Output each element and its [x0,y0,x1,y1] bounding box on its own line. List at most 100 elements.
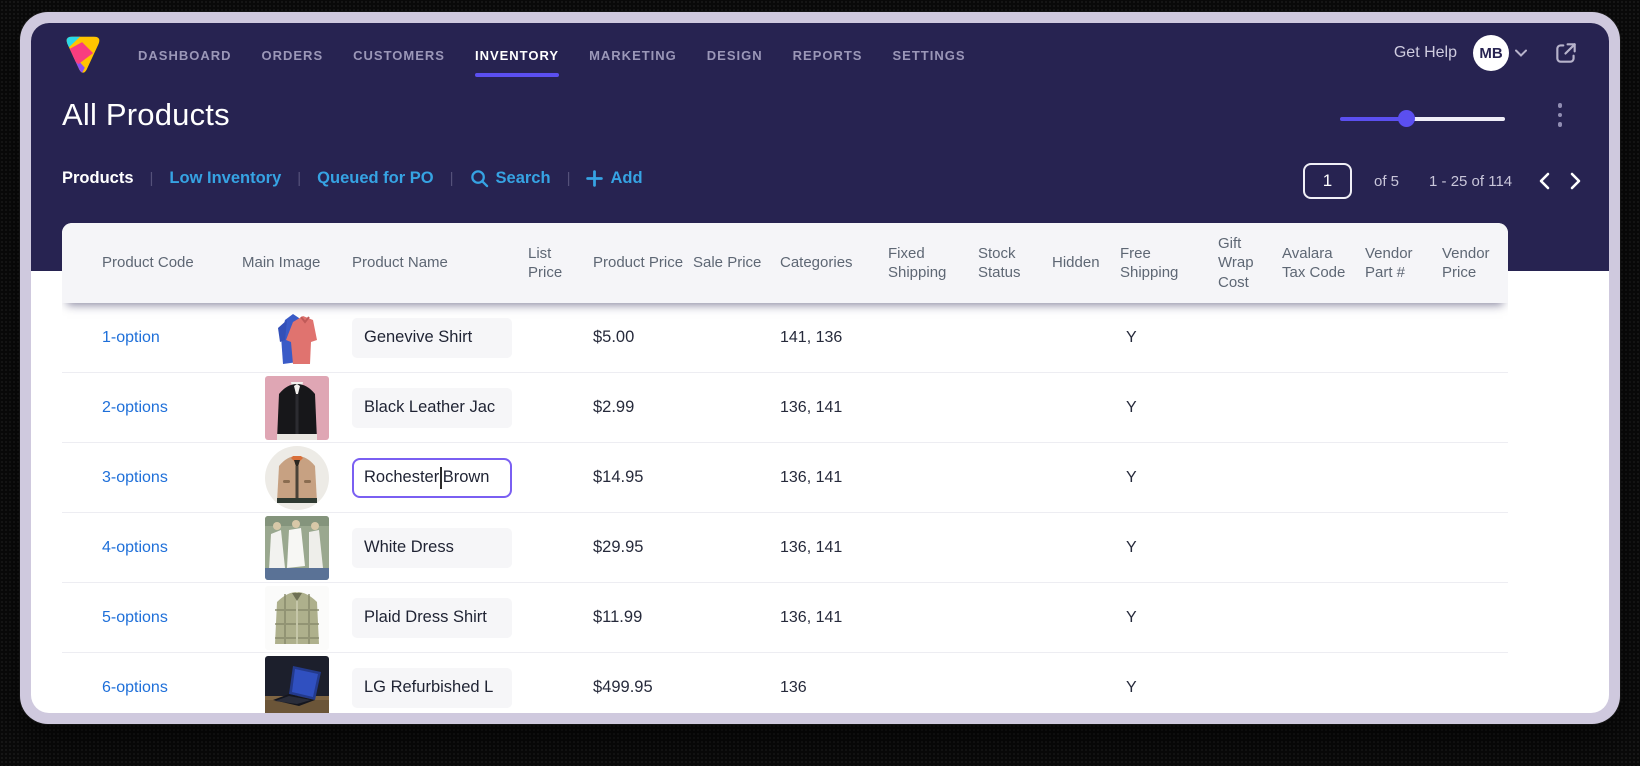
product-code-link[interactable]: 5-options [62,609,242,627]
next-page-button[interactable] [1570,172,1581,190]
column-header-hidden[interactable]: Hidden [1052,253,1120,272]
product-code-link[interactable]: 6-options [62,679,242,697]
main-image-cell[interactable] [242,655,352,714]
column-header-vendor-part[interactable]: Vendor Part # [1365,244,1442,282]
column-header-fixed-shipping[interactable]: Fixed Shipping [888,244,978,282]
previous-page-button[interactable] [1539,172,1550,190]
column-header-list-price[interactable]: List Price [528,244,593,282]
products-table: Product Code Main Image Product Name Lis… [62,223,1508,713]
column-header-vendor-price[interactable]: Vendor Price [1442,244,1508,282]
page-title: All Products [62,97,230,132]
account-menu[interactable]: MB [1473,35,1527,71]
column-header-product-code[interactable]: Product Code [62,253,242,272]
product-image[interactable] [265,445,329,510]
categories-cell: 136, 141 [780,398,843,416]
categories-cell: 136, 141 [780,538,843,556]
add-product-button[interactable]: Add [586,169,643,188]
table-row: 1-option Genevive Shirt $5.00 141, 136 Y [62,303,1508,373]
categories-cell: 141, 136 [780,328,843,346]
column-header-stock-status[interactable]: Stock Status [978,244,1052,282]
product-code-link[interactable]: 2-options [62,399,242,417]
nav-item-inventory[interactable]: INVENTORY [474,44,560,77]
column-header-main-image[interactable]: Main Image [242,253,352,272]
chevron-left-icon [1539,172,1550,190]
main-image-cell[interactable] [242,515,352,580]
product-name-cell[interactable]: LG Refurbished L [352,667,512,708]
product-image[interactable] [265,655,329,714]
chevron-down-icon [1515,49,1527,57]
column-header-categories[interactable]: Categories [780,253,888,272]
add-label: Add [610,169,643,187]
external-link-icon[interactable] [1553,40,1579,66]
tab-queued-for-po[interactable]: Queued for PO [317,169,433,188]
nav-item-reports[interactable]: REPORTS [793,44,863,63]
nav-item-design[interactable]: DESIGN [707,44,763,63]
categories-cell: 136, 141 [780,468,843,486]
search-button[interactable]: Search [470,169,551,188]
nav-right-group: Get Help MB [1394,35,1579,71]
product-name-cell[interactable]: Plaid Dress Shirt [352,597,512,638]
table-row: 2-options Black Leather Jac $2.99 136, 1… [62,373,1508,443]
get-help-link[interactable]: Get Help [1394,44,1457,62]
nav-item-orders[interactable]: ORDERS [262,44,324,63]
app-window: DASHBOARD ORDERS CUSTOMERS INVENTORY MAR… [20,12,1620,724]
product-code-link[interactable]: 1-option [62,329,242,347]
free-shipping-cell: Y [1126,398,1137,416]
product-image[interactable] [265,305,329,370]
name-text-before-caret: Rochester [364,468,440,486]
product-code-link[interactable]: 3-options [62,469,242,487]
main-image-cell[interactable] [242,305,352,370]
admin-app: DASHBOARD ORDERS CUSTOMERS INVENTORY MAR… [31,23,1609,713]
search-icon [470,170,488,188]
product-name-input[interactable]: Rochester Brown [352,457,512,498]
tab-products[interactable]: Products [62,169,134,188]
product-image[interactable] [265,375,329,440]
column-header-product-name[interactable]: Product Name [352,253,528,272]
product-image[interactable] [265,585,329,650]
column-header-avalara-tax-code[interactable]: Avalara Tax Code [1282,244,1365,282]
table-row: 5-options Plaid Dress Shirt $11.99 136, … [62,583,1508,653]
plus-icon [586,170,604,187]
results-range-label: 1 - 25 of 114 [1429,172,1513,190]
slider-thumb[interactable] [1398,110,1415,127]
tab-low-inventory[interactable]: Low Inventory [169,169,281,188]
product-code-link[interactable]: 4-options [62,539,242,557]
nav-items: DASHBOARD ORDERS CUSTOMERS INVENTORY MAR… [138,23,966,83]
row-density-slider[interactable] [1340,107,1505,131]
column-header-sale-price[interactable]: Sale Price [693,253,780,272]
text-caret [440,466,442,489]
separator: | [566,170,571,187]
table-row: 6-options LG Refurbished L $499.95 136 Y [62,653,1508,713]
pagination: of 5 1 - 25 of 114 [1303,163,1581,199]
free-shipping-cell: Y [1126,608,1137,626]
product-name-cell[interactable]: Genevive Shirt [352,317,512,358]
main-image-cell[interactable] [242,585,352,650]
product-price-cell: $29.95 [593,538,644,556]
product-image[interactable] [265,515,329,580]
column-header-free-shipping[interactable]: Free Shipping [1120,244,1218,282]
free-shipping-cell: Y [1126,328,1137,346]
page-count-label: of 5 [1374,172,1400,190]
slider-track-empty [1406,117,1505,121]
nav-item-settings[interactable]: SETTINGS [892,44,965,63]
nav-item-dashboard[interactable]: DASHBOARD [138,44,232,63]
column-header-product-price[interactable]: Product Price [593,253,693,272]
free-shipping-cell: Y [1126,538,1137,556]
free-shipping-cell: Y [1126,678,1137,696]
nav-item-marketing[interactable]: MARKETING [589,44,677,63]
main-image-cell[interactable] [242,375,352,440]
table-row: 3-options Rochester Brown $14.95 136, 14… [62,443,1508,513]
avatar[interactable]: MB [1473,35,1509,71]
product-price-cell: $499.95 [593,678,653,696]
more-options-button[interactable] [1550,103,1570,133]
categories-cell: 136 [780,678,807,696]
product-name-cell[interactable]: White Dress [352,527,512,568]
product-name-cell[interactable]: Black Leather Jac [352,387,512,428]
volusion-logo-icon[interactable] [61,31,105,77]
column-header-gift-wrap-cost[interactable]: Gift Wrap Cost [1218,234,1282,292]
main-image-cell[interactable] [242,445,352,510]
name-text-after-caret: Brown [442,468,490,486]
product-price-cell: $14.95 [593,468,644,486]
nav-item-customers[interactable]: CUSTOMERS [353,44,445,63]
page-number-input[interactable] [1303,163,1352,199]
